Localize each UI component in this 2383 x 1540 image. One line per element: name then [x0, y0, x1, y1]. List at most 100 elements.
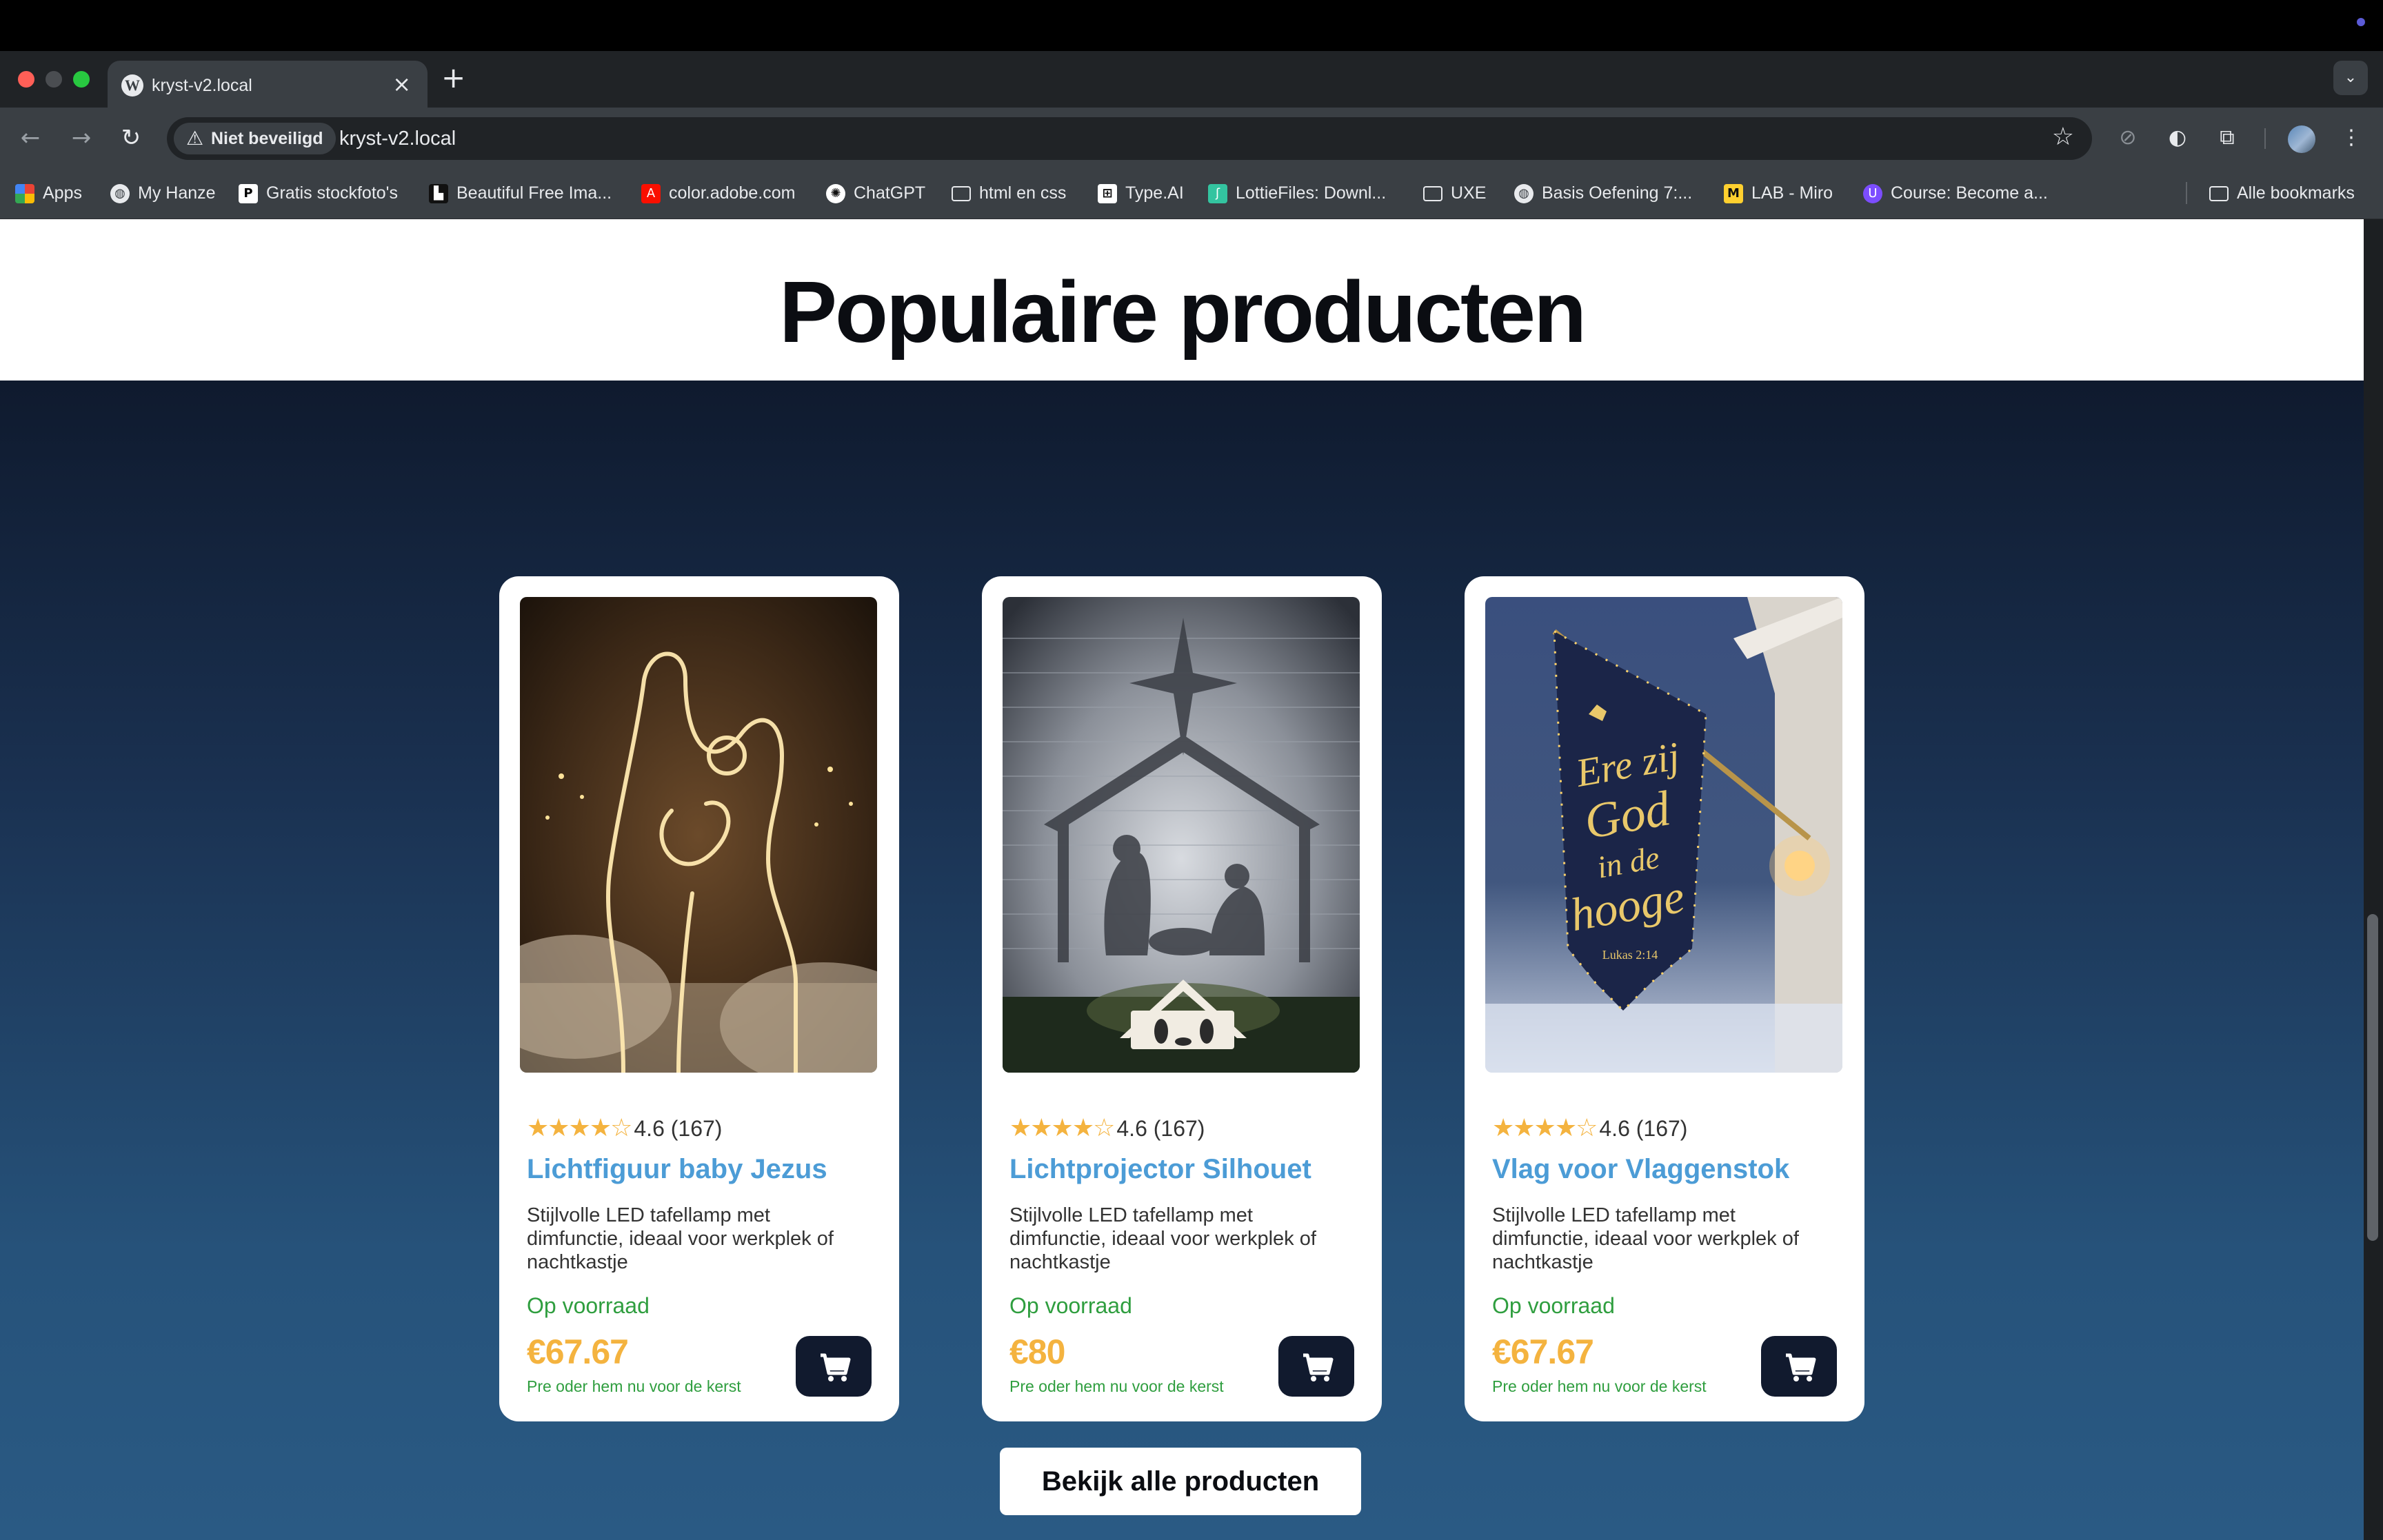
product-image-light-figure[interactable]	[520, 597, 877, 1073]
shopping-cart-icon	[821, 1353, 851, 1381]
product-rating: ★★★★☆ 4.6 (167)	[527, 1114, 722, 1144]
tab-active[interactable]: W kryst-v2.local ×	[108, 61, 428, 109]
course-icon: U	[1863, 184, 1882, 204]
scrollbar-track[interactable]	[2364, 219, 2383, 1540]
tab-close-icon[interactable]: ×	[392, 72, 411, 97]
bookmark-star-icon[interactable]: ☆	[2052, 123, 2074, 151]
address-bar[interactable]: ⚠ Niet beveiligd kryst-v2.local ☆	[167, 117, 2092, 160]
kebab-menu-icon[interactable]: ⋮	[2337, 124, 2365, 152]
bookmark-all-bookmarks[interactable]: Alle bookmarks	[2209, 181, 2355, 205]
bookmark-miro[interactable]: M LAB - Miro	[1724, 181, 1833, 205]
add-to-cart-button[interactable]	[796, 1336, 872, 1397]
window-zoom-button[interactable]	[73, 71, 90, 88]
globe-icon: ◍	[110, 184, 130, 204]
lottie-icon: ʃ	[1208, 184, 1227, 204]
product-price: €67.67	[1492, 1333, 1594, 1371]
preorder-note: Pre oder hem nu voor de kerst	[1009, 1377, 1224, 1395]
bookmark-label: My Hanze	[138, 183, 216, 203]
typeai-icon: ⊞	[1098, 184, 1117, 204]
extension-blocked-icon[interactable]: ⊘	[2114, 124, 2142, 152]
status-indicator-dot	[2357, 18, 2365, 26]
bookmark-label: ChatGPT	[854, 183, 926, 203]
product-title[interactable]: Lichtprojector Silhouet	[1009, 1154, 1311, 1185]
bookmark-folder-html-css[interactable]: html en css	[952, 181, 1066, 205]
security-chip[interactable]: ⚠ Niet beveiligd	[174, 123, 336, 154]
product-title[interactable]: Lichtfiguur baby Jezus	[527, 1154, 827, 1185]
chatgpt-icon: ✺	[826, 184, 845, 204]
tab-title: kryst-v2.local	[152, 76, 252, 95]
bookmark-my-hanze[interactable]: ◍ My Hanze	[110, 181, 216, 205]
toolbar-divider	[2264, 128, 2266, 149]
extensions-puzzle-icon[interactable]: ⧉	[2213, 124, 2241, 152]
product-price: €67.67	[527, 1333, 629, 1371]
bookmark-label: LottieFiles: Downl...	[1236, 183, 1387, 203]
bookmark-label: html en css	[979, 183, 1067, 203]
page-title: Populaire producten	[778, 263, 1587, 361]
product-title[interactable]: Vlag voor Vlaggenstok	[1492, 1154, 1789, 1185]
window-minimize-button[interactable]	[46, 71, 62, 88]
product-description: Stijlvolle LED tafellamp met dimfunctie,…	[1009, 1204, 1316, 1273]
product-card[interactable]: ★★★★☆ 4.6 (167) Lichtprojector Silhouet S…	[982, 576, 1382, 1421]
rating-stars-icon: ★★★★☆	[1009, 1114, 1115, 1142]
heading-band: Populaire producten	[0, 219, 2364, 381]
shopping-cart-icon	[1303, 1353, 1334, 1381]
bookmark-lottiefiles[interactable]: ʃ LottieFiles: Downl...	[1208, 181, 1386, 205]
rating-stars-icon: ★★★★☆	[527, 1114, 632, 1142]
product-rating: ★★★★☆ 4.6 (167)	[1009, 1114, 1205, 1144]
new-tab-button[interactable]: +	[441, 61, 465, 95]
bookmark-basis-oefening[interactable]: ◍ Basis Oefening 7:...	[1514, 181, 1692, 205]
product-description: Stijlvolle LED tafellamp met dimfunctie,…	[1492, 1204, 1799, 1273]
adobe-icon: A	[641, 184, 661, 204]
bookmark-label: Apps	[43, 183, 82, 203]
folder-icon	[2209, 186, 2229, 202]
bookmark-label: UXE	[1451, 183, 1487, 203]
bookmark-label: Basis Oefening 7:...	[1542, 183, 1693, 203]
miro-icon: M	[1724, 184, 1743, 204]
product-image-projector[interactable]	[1003, 597, 1360, 1073]
bookmark-label: Alle bookmarks	[2237, 183, 2355, 203]
back-arrow-icon[interactable]: ←	[15, 123, 46, 153]
scrollbar-thumb[interactable]	[2367, 914, 2378, 1241]
bookmark-label: Beautiful Free Ima...	[456, 183, 612, 203]
add-to-cart-button[interactable]	[1278, 1336, 1354, 1397]
bookmarks-divider	[2186, 182, 2187, 204]
bookmark-folder-uxe[interactable]: UXE	[1423, 181, 1486, 205]
security-label: Niet beveiligd	[211, 129, 323, 148]
bookmark-course[interactable]: U Course: Become a...	[1863, 181, 2048, 205]
rating-value: 4.6 (167)	[1116, 1116, 1205, 1141]
warning-triangle-icon: ⚠	[186, 127, 204, 150]
bookmark-adobe-color[interactable]: Acolor.adobe.com	[641, 181, 795, 205]
rating-value: 4.6 (167)	[634, 1116, 723, 1141]
folder-icon	[952, 186, 971, 202]
product-rating: ★★★★☆ 4.6 (167)	[1492, 1114, 1687, 1144]
stock-status: Op voorraad	[527, 1293, 650, 1318]
wordpress-favicon-icon: W	[121, 74, 143, 97]
rating-stars-icon: ★★★★☆	[1492, 1114, 1598, 1142]
forward-arrow-icon[interactable]: →	[66, 123, 97, 153]
preorder-note: Pre oder hem nu voor de kerst	[527, 1377, 741, 1395]
pexels-icon: P	[239, 184, 258, 204]
bookmark-unsplash[interactable]: ▙ Beautiful Free Ima...	[429, 181, 612, 205]
view-all-products-button[interactable]: Bekijk alle producten	[1000, 1448, 1361, 1515]
bookmark-label: color.adobe.com	[669, 183, 796, 203]
extension-circle-icon[interactable]: ◐	[2164, 124, 2191, 152]
bookmark-typeai[interactable]: ⊞ Type.AI	[1098, 181, 1184, 205]
profile-avatar[interactable]	[2288, 125, 2315, 153]
preorder-note: Pre oder hem nu voor de kerst	[1492, 1377, 1707, 1395]
product-image-flag[interactable]: Ere zij God in de hooge Lukas 2:14	[1485, 597, 1842, 1073]
flag-verse: Lukas 2:14	[1602, 948, 1658, 962]
url-text[interactable]: kryst-v2.local	[339, 128, 456, 150]
reload-icon[interactable]: ↻	[116, 123, 146, 153]
bookmark-apps[interactable]: Apps	[15, 181, 82, 205]
tab-search-button[interactable]: ⌄	[2333, 61, 2368, 95]
product-card[interactable]: ★★★★☆ 4.6 (167) Lichtfiguur baby Jezus St…	[499, 576, 899, 1421]
stock-status: Op voorraad	[1492, 1293, 1615, 1318]
bookmark-pexels[interactable]: P Gratis stockfoto's	[239, 181, 398, 205]
bookmark-chatgpt[interactable]: ✺ ChatGPT	[826, 181, 925, 205]
product-card[interactable]: Ere zij God in de hooge Lukas 2:14 ★★★★☆…	[1465, 576, 1864, 1421]
globe-icon: ◍	[1514, 184, 1534, 204]
add-to-cart-button[interactable]	[1761, 1336, 1837, 1397]
window-close-button[interactable]	[18, 71, 34, 88]
rating-value: 4.6 (167)	[1599, 1116, 1688, 1141]
product-description: Stijlvolle LED tafellamp met dimfunctie,…	[527, 1204, 834, 1273]
